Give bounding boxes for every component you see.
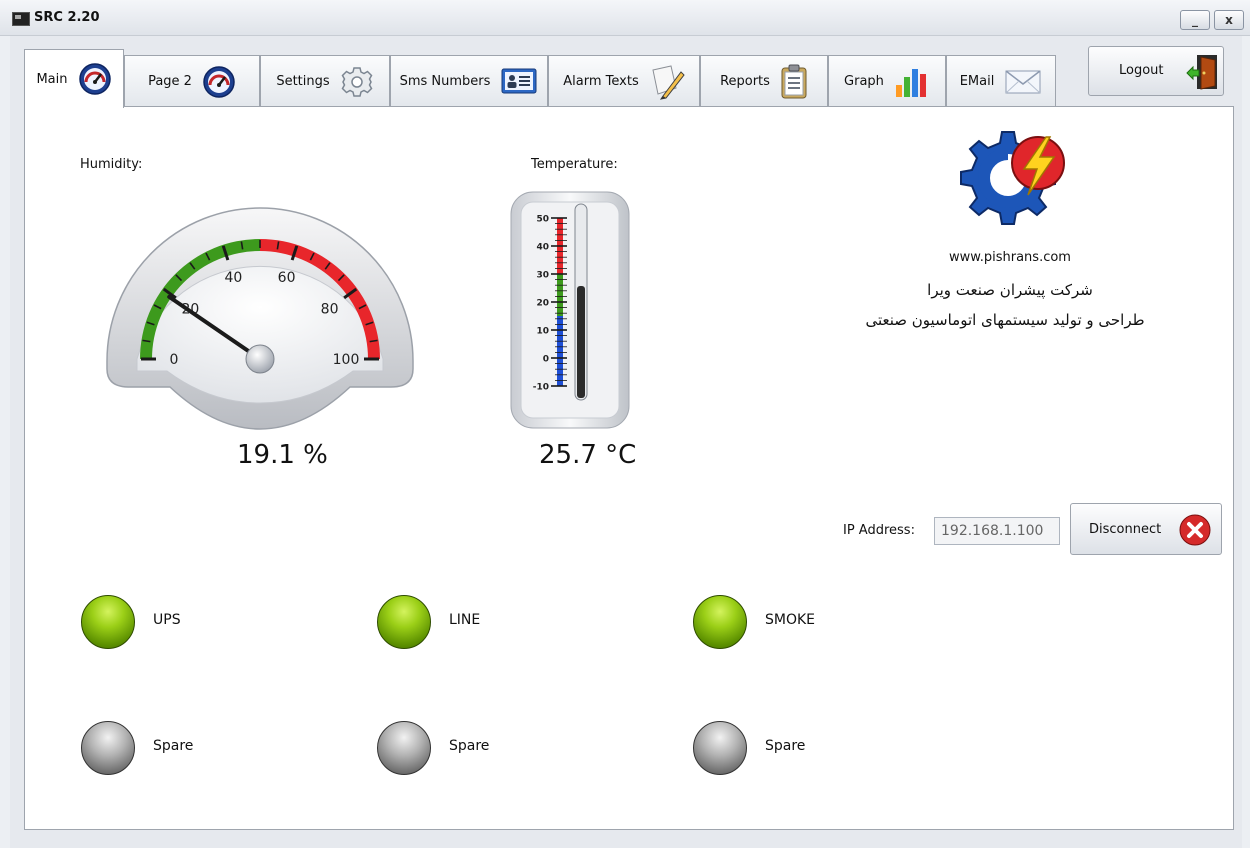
temperature-label: Temperature: (531, 157, 618, 172)
spare-indicator-led (81, 721, 135, 775)
ip-address-input[interactable] (934, 517, 1060, 545)
window-titlebar: SRC 2.20 _ x (0, 0, 1250, 36)
line-indicator-led (377, 595, 431, 649)
thermometer-fill (577, 286, 585, 398)
thermo-green-zone (557, 274, 563, 316)
company-website[interactable]: www.pishrans.com (935, 250, 1085, 265)
tab-label: Reports (720, 74, 770, 89)
thermometer-tick-label: 50 (536, 215, 549, 225)
gear-icon (341, 66, 373, 97)
gauge-tick-label: 60 (278, 270, 296, 286)
tab-settings[interactable]: Settings (260, 55, 390, 107)
tab-email[interactable]: EMail (946, 55, 1056, 107)
tab-label: Alarm Texts (563, 74, 639, 89)
thermometer-tick-label: 20 (536, 299, 549, 309)
envelope-icon (1005, 69, 1041, 93)
close-button[interactable]: x (1214, 10, 1244, 30)
tab-label: Graph (844, 74, 884, 89)
company-name: شرکت پیشران صنعت ویرا (927, 281, 1093, 299)
tab-label: Sms Numbers (399, 74, 491, 89)
company-logo (960, 131, 1065, 225)
app-icon (12, 12, 30, 26)
thermometer-tick-label: 0 (543, 355, 549, 365)
gauge-tick-label: 80 (321, 301, 339, 317)
spare-indicator-led (377, 721, 431, 775)
minimize-button[interactable]: _ (1180, 10, 1210, 30)
company-tagline: طراحی و تولید سیستمهای اتوماسیون صنعتی (865, 311, 1145, 329)
disconnect-button[interactable]: Disconnect (1070, 503, 1222, 555)
gauge-tick-label: 0 (170, 352, 179, 368)
smoke-indicator-led (693, 595, 747, 649)
gauge-tick-label: 40 (225, 270, 243, 286)
tab-main[interactable]: Main (24, 49, 124, 108)
tab-graph[interactable]: Graph (828, 55, 946, 107)
logout-label: Logout (1119, 63, 1164, 78)
humidity-gauge: 020406080100 (106, 207, 414, 430)
humidity-reading: 19.1 % (237, 440, 328, 470)
spare-indicator-led (693, 721, 747, 775)
speedometer-icon (78, 63, 111, 95)
main-frame: Main Page 2 Settings Sms Numbers Alarm T… (10, 36, 1242, 848)
thermometer-tick-label: 10 (536, 327, 549, 337)
ups-indicator-label: UPS (153, 612, 181, 628)
humidity-label: Humidity: (80, 157, 143, 172)
spare-indicator-label: Spare (153, 738, 194, 754)
thermometer-tick-label: 30 (536, 271, 549, 281)
smoke-indicator-label: SMOKE (765, 612, 816, 628)
speedometer-icon (203, 65, 235, 98)
tab-label: Main (36, 71, 68, 87)
tab-label: Page 2 (148, 74, 192, 89)
exit-door-icon (1186, 55, 1217, 90)
window-title: SRC 2.20 (34, 10, 100, 25)
clipboard-icon (781, 64, 807, 98)
contact-card-icon (501, 68, 537, 93)
edit-document-icon (652, 64, 685, 100)
bar-chart-icon (895, 68, 926, 97)
tab-reports[interactable]: Reports (700, 55, 828, 107)
tab-label: Settings (276, 74, 330, 89)
line-indicator-label: LINE (449, 612, 481, 628)
tab-page-2[interactable]: Page 2 (124, 55, 260, 107)
gauge-hub (245, 344, 275, 374)
thermometer-tick-label: 40 (536, 243, 549, 253)
spare-indicator-label: Spare (449, 738, 490, 754)
close-circle-icon (1179, 514, 1211, 546)
ups-indicator-led (81, 595, 135, 649)
gauge-tick-label: 100 (333, 352, 360, 368)
ip-address-label: IP Address: (843, 523, 915, 538)
spare-indicator-label: Spare (765, 738, 806, 754)
temperature-reading: 25.7 °C (539, 440, 637, 470)
tab-alarm-texts[interactable]: Alarm Texts (548, 55, 700, 107)
thermometer-tick-label: -10 (533, 383, 549, 393)
thermo-blue-zone (557, 316, 563, 386)
tab-label: EMail (959, 74, 995, 89)
disconnect-label: Disconnect (1089, 522, 1162, 537)
tab-sms-numbers[interactable]: Sms Numbers (390, 55, 548, 107)
main-panel: Humidity: 020406080100 (24, 106, 1234, 830)
temperature-thermometer: 50 40 30 20 10 0 -10 (510, 191, 630, 429)
logout-button[interactable]: Logout (1088, 46, 1224, 96)
